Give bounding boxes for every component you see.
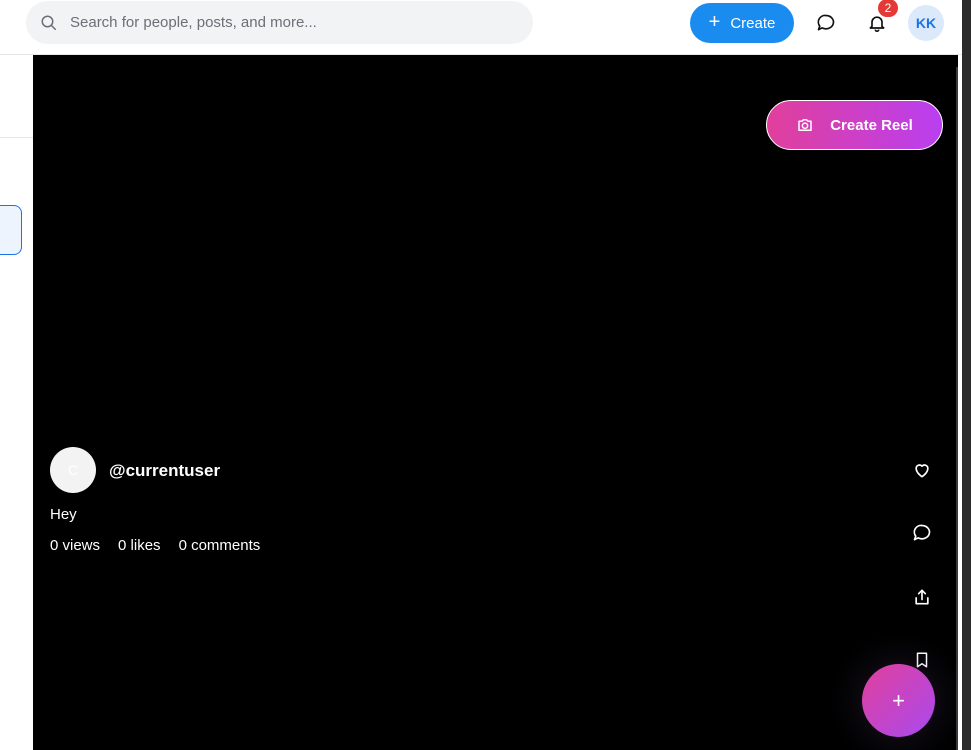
sidebar-item-active[interactable]: [0, 205, 22, 255]
messages-button[interactable]: [811, 8, 841, 38]
sidebar: [0, 55, 33, 750]
search-bar[interactable]: [26, 1, 533, 44]
top-bar: + Create 2 KK: [0, 0, 962, 55]
user-avatar[interactable]: KK: [908, 5, 944, 41]
bookmark-icon: [916, 652, 928, 668]
author-handle[interactable]: @currentuser: [109, 461, 220, 481]
search-input[interactable]: [70, 1, 520, 44]
reel-caption: Hey: [50, 506, 77, 523]
views-count: 0 views: [50, 537, 101, 554]
create-reel-button[interactable]: Create Reel: [766, 100, 943, 150]
create-reel-label: Create Reel: [830, 116, 913, 134]
create-button[interactable]: + Create: [690, 3, 794, 43]
reel-scrollbar[interactable]: [956, 67, 958, 750]
camera-icon: [798, 119, 812, 131]
share-button[interactable]: [909, 584, 935, 610]
create-button-label: Create: [730, 14, 776, 32]
reel-stats: 0 views 0 likes 0 comments: [50, 537, 260, 554]
author-avatar[interactable]: C: [50, 447, 96, 493]
likes-count: 0 likes: [118, 537, 161, 554]
heart-icon: [915, 464, 929, 478]
sidebar-divider: [0, 137, 33, 138]
reel-player[interactable]: Create Reel C @currentuser Hey 0 views 0…: [33, 55, 958, 750]
share-icon: [915, 589, 929, 605]
comment-button[interactable]: [909, 520, 935, 546]
message-icon: [817, 14, 835, 31]
page-scrollbar[interactable]: [962, 0, 971, 750]
notification-badge: 2: [878, 0, 898, 17]
comments-count: 0 comments: [178, 537, 261, 554]
plus-icon: +: [708, 11, 721, 33]
comment-icon: [913, 524, 931, 541]
like-button[interactable]: [909, 457, 935, 483]
add-floating-button[interactable]: +: [862, 664, 935, 737]
search-icon: [41, 15, 57, 31]
